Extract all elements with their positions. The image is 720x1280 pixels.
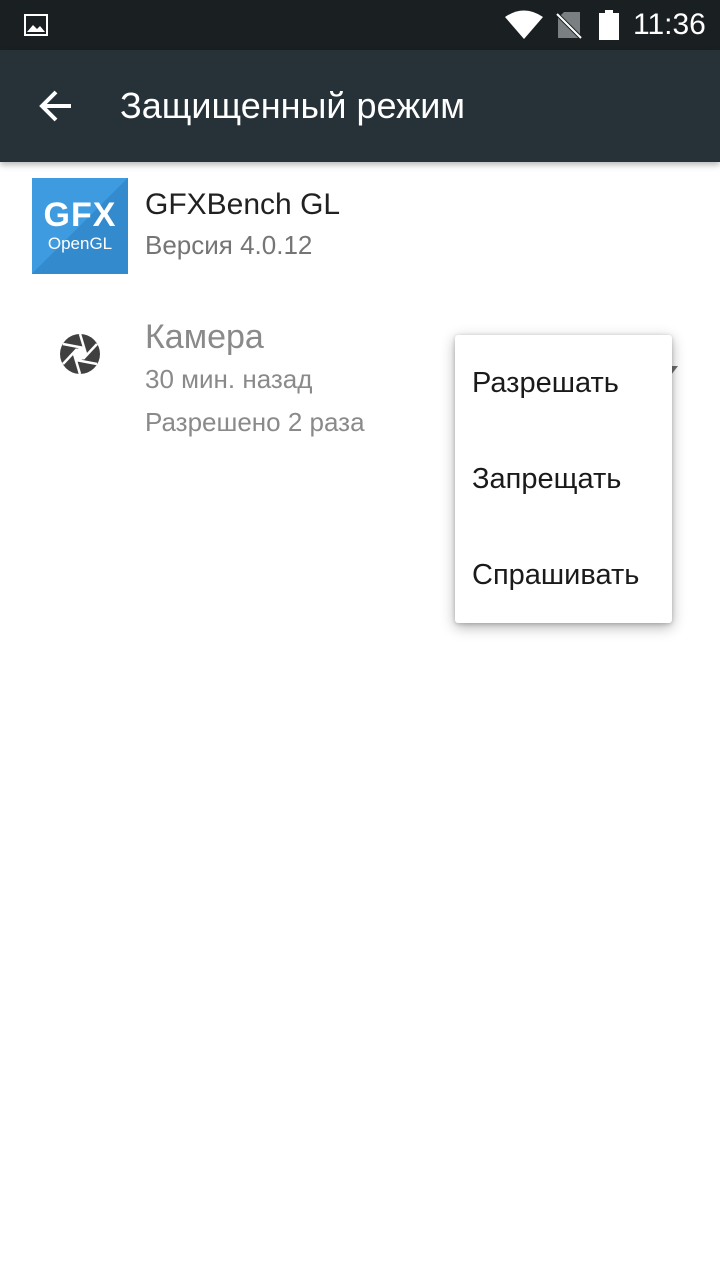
menu-item-allow[interactable]: Разрешать — [455, 335, 672, 431]
page-title: Защищенный режим — [120, 85, 466, 126]
no-sim-icon — [556, 12, 582, 39]
app-icon-text-gfx: GFX — [43, 196, 117, 234]
permission-count: Разрешено 2 раза — [145, 407, 365, 437]
camera-icon — [60, 333, 100, 375]
battery-icon — [599, 10, 619, 40]
permission-popup-menu: Разрешать Запрещать Спрашивать — [455, 335, 672, 623]
status-time: 11:36 — [633, 8, 706, 41]
app-icon: GFX OpenGL — [32, 178, 128, 274]
app-icon-text-opengl: OpenGL — [47, 234, 113, 253]
wifi-icon — [505, 10, 543, 39]
status-bar: 11:36 — [0, 0, 720, 50]
app-header: GFX OpenGL GFXBench GL Версия 4.0.12 — [0, 162, 720, 290]
app-name: GFXBench GL — [145, 188, 341, 221]
permission-title: Камера — [145, 318, 264, 356]
menu-item-deny[interactable]: Запрещать — [455, 431, 672, 527]
toolbar: Защищенный режим — [0, 50, 720, 162]
arrow-back-icon — [39, 90, 71, 122]
permission-last-used: 30 мин. назад — [145, 364, 313, 394]
app-version: Версия 4.0.12 — [145, 230, 313, 260]
back-button[interactable] — [20, 70, 92, 142]
menu-item-ask[interactable]: Спрашивать — [455, 527, 672, 623]
image-notification-icon — [24, 14, 48, 36]
